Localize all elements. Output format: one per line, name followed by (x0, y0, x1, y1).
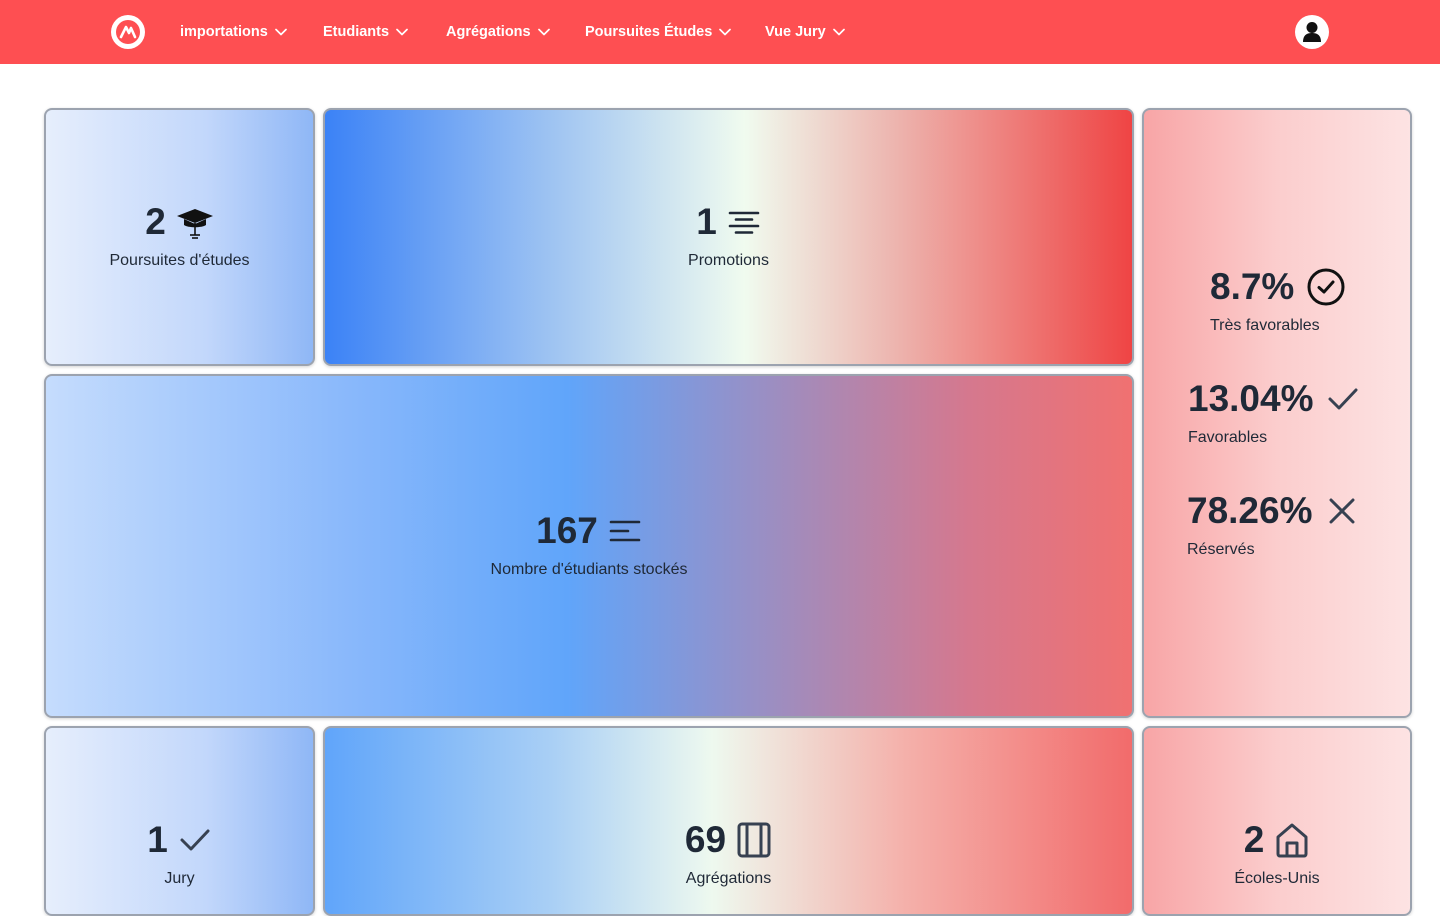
etudiants-label: Nombre d'étudiants stockés (490, 561, 688, 578)
top-navbar: importations Etudiants Agrégations Pours… (0, 0, 1440, 64)
nav-menu-poursuites-etudes[interactable]: Poursuites Études (585, 0, 732, 64)
reserves-label: Réservés (1187, 541, 1255, 558)
agregations-count: 69 (684, 819, 727, 860)
poursuites-label: Poursuites d'études (109, 252, 250, 269)
graduation-cap-icon (176, 205, 214, 239)
card-ecoles-unis[interactable]: 2 Écoles-Unis (1142, 726, 1412, 916)
poursuites-count: 2 (145, 201, 166, 242)
card-avis-stats: 8.7% Très favorables 13.04% Favorables 7… (1142, 108, 1412, 718)
nav-menu-importations[interactable]: importations (180, 0, 287, 64)
tres-favorables-label: Très favorables (1210, 317, 1320, 334)
card-promotions[interactable]: 1 Promotions (323, 108, 1134, 366)
ecoles-label: Écoles-Unis (1234, 870, 1320, 887)
nav-menu-vue-jury[interactable]: Vue Jury (765, 0, 845, 64)
app-logo-icon[interactable] (111, 15, 145, 49)
align-center-icon (727, 208, 761, 236)
user-avatar-button[interactable] (1295, 15, 1329, 49)
check-icon (1326, 384, 1360, 414)
stat-favorables: 13.04% Favorables (1188, 377, 1360, 447)
tres-favorables-value: 8.7% (1210, 266, 1295, 307)
promotions-label: Promotions (688, 252, 769, 269)
nav-menu-agregations[interactable]: Agrégations (446, 0, 550, 64)
align-left-icon (608, 517, 642, 545)
card-etudiants-stockes[interactable]: 167 Nombre d'étudiants stockés (44, 374, 1134, 718)
nav-menu-label: Etudiants (323, 24, 390, 40)
card-jury[interactable]: 1 Jury (44, 726, 315, 916)
card-poursuites-etudes[interactable]: 2 Poursuites d'études (44, 108, 315, 366)
ecoles-count: 2 (1243, 819, 1265, 860)
check-circle-icon (1306, 267, 1346, 307)
nav-menu-label: importations (180, 24, 268, 40)
chevron-down-icon (537, 28, 550, 36)
check-icon (178, 825, 212, 855)
card-agregations[interactable]: 69 Agrégations (323, 726, 1134, 916)
jury-count: 1 (147, 819, 168, 860)
home-icon (1274, 821, 1310, 859)
x-icon (1325, 494, 1359, 528)
etudiants-count: 167 (536, 510, 598, 551)
agregations-label: Agrégations (685, 870, 772, 887)
stat-reserves: 78.26% Réservés (1187, 489, 1359, 559)
chevron-down-icon (832, 28, 845, 36)
chevron-down-icon (274, 28, 287, 36)
stat-tres-favorables: 8.7% Très favorables (1210, 265, 1346, 335)
promotions-count: 1 (696, 201, 717, 242)
nav-menu-label: Agrégations (446, 24, 531, 40)
nav-menu-label: Poursuites Études (585, 24, 713, 40)
chevron-down-icon (396, 28, 408, 36)
favorables-value: 13.04% (1188, 378, 1314, 419)
nav-menu-label: Vue Jury (765, 24, 826, 40)
reserves-value: 78.26% (1187, 490, 1313, 531)
chevron-down-icon (719, 28, 732, 36)
book-icon (736, 821, 772, 859)
nav-menu-etudiants[interactable]: Etudiants (323, 0, 408, 64)
favorables-label: Favorables (1188, 429, 1268, 446)
user-icon (1303, 22, 1321, 42)
jury-label: Jury (164, 870, 195, 887)
